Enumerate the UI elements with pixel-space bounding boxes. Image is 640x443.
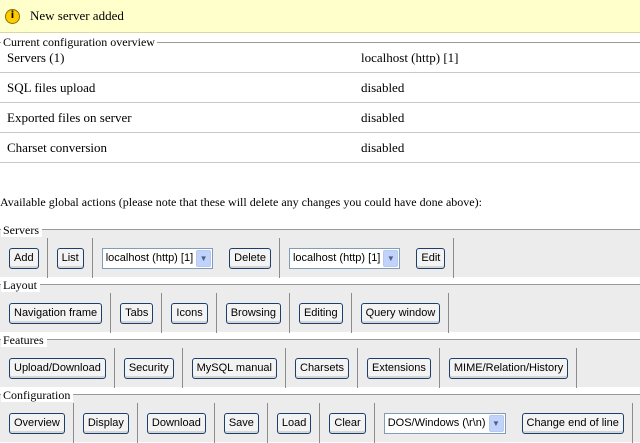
download-button[interactable]: Download: [146, 412, 206, 434]
overview-row-name: Servers (1): [7, 49, 65, 65]
features-group: Features Upload/Download Security MySQL …: [0, 334, 640, 388]
load-button[interactable]: Load: [276, 412, 312, 434]
overview-row: Servers (1) localhost (http) [1]: [0, 43, 640, 73]
charsets-button[interactable]: Charsets: [295, 357, 350, 379]
features-toolbar: Upload/Download Security MySQL manual Ch…: [0, 348, 578, 388]
overview-row-value: disabled: [361, 109, 405, 125]
mysql-manual-button[interactable]: MySQL manual: [191, 357, 277, 379]
change-eol-button[interactable]: Change end of line: [521, 412, 624, 434]
overview-row-value: disabled: [361, 79, 405, 95]
layout-group: Layout Navigation frame Tabs Icons Brows…: [0, 279, 640, 333]
save-button[interactable]: Save: [223, 412, 259, 434]
servers-add-cell: Add: [0, 238, 48, 278]
editing-button[interactable]: Editing: [298, 302, 343, 324]
icons-button[interactable]: Icons: [171, 302, 208, 324]
display-button[interactable]: Display: [82, 412, 129, 434]
servers-delete-cell: localhost (http) [1] ▼ Delete: [93, 238, 280, 278]
overview-row-value: disabled: [361, 139, 405, 155]
overview-row-name: Exported files on server: [7, 109, 132, 125]
server-select-edit-value: localhost (http) [1]: [292, 252, 381, 264]
global-actions-label: Available global actions (please note th…: [0, 195, 482, 209]
configuration-legend: Configuration: [1, 389, 74, 402]
servers-edit-cell: localhost (http) [1] ▼ Edit: [280, 238, 455, 278]
overview-row: SQL files upload disabled: [0, 73, 640, 103]
delete-server-button[interactable]: Delete: [229, 247, 271, 269]
query-window-button[interactable]: Query window: [360, 302, 441, 324]
eol-select[interactable]: DOS/Windows (\r\n) ▼: [383, 412, 506, 434]
add-server-button[interactable]: Add: [9, 247, 39, 269]
servers-list-cell: List: [48, 238, 93, 278]
extensions-button[interactable]: Extensions: [367, 357, 431, 379]
overview-row-name: Charset conversion: [7, 139, 108, 155]
overview-row: Exported files on server disabled: [0, 103, 640, 133]
servers-toolbar: Add List localhost (http) [1] ▼ Delete l…: [0, 238, 455, 278]
list-servers-button[interactable]: List: [56, 247, 84, 269]
mime-relation-history-button[interactable]: MIME/Relation/History: [448, 357, 569, 379]
overview-button[interactable]: Overview: [9, 412, 65, 434]
servers-group: Servers Add List localhost (http) [1] ▼ …: [0, 224, 640, 278]
notice-text: New server added: [30, 8, 124, 23]
notice-bar: i New server added: [0, 0, 640, 33]
server-select-delete-value: localhost (http) [1]: [105, 252, 194, 264]
configuration-overview: Current configuration overview Servers (…: [0, 36, 640, 177]
overview-row-name: SQL files upload: [7, 79, 96, 95]
layout-toolbar: Navigation frame Tabs Icons Browsing Edi…: [0, 293, 450, 333]
info-icon: i: [5, 8, 20, 24]
edit-server-button[interactable]: Edit: [416, 247, 446, 269]
upload-download-button[interactable]: Upload/Download: [9, 357, 106, 379]
overview-row-value: localhost (http) [1]: [361, 49, 459, 65]
server-select-delete[interactable]: localhost (http) [1] ▼: [101, 247, 214, 269]
browsing-button[interactable]: Browsing: [225, 302, 281, 324]
chevron-down-icon[interactable]: ▼: [196, 249, 212, 267]
security-button[interactable]: Security: [123, 357, 174, 379]
clear-button[interactable]: Clear: [329, 412, 366, 434]
overview-row: Charset conversion disabled: [0, 133, 640, 163]
configuration-group: Configuration Overview Display Download …: [0, 389, 640, 443]
chevron-down-icon[interactable]: ▼: [383, 249, 399, 267]
layout-legend: Layout: [1, 279, 40, 292]
configuration-toolbar: Overview Display Download Save Load Clea…: [0, 403, 633, 443]
features-legend: Features: [1, 334, 47, 347]
navigation-frame-button[interactable]: Navigation frame: [9, 302, 103, 324]
servers-legend: Servers: [1, 224, 42, 237]
tabs-button[interactable]: Tabs: [120, 302, 154, 324]
server-select-edit[interactable]: localhost (http) [1] ▼: [288, 247, 401, 269]
eol-select-value: DOS/Windows (\r\n): [387, 417, 486, 429]
chevron-down-icon[interactable]: ▼: [488, 414, 504, 432]
